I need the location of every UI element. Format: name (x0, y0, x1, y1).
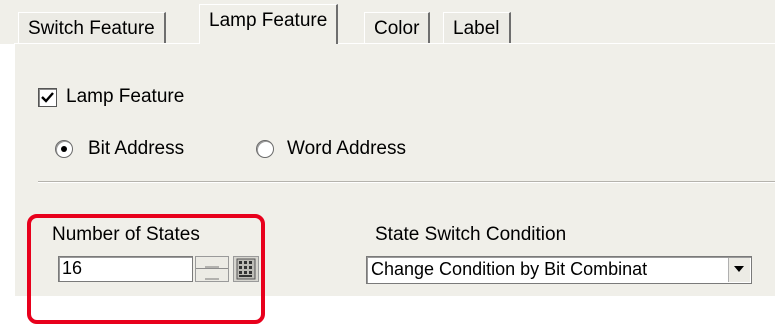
checkmark-icon (41, 92, 54, 103)
lamp-feature-label[interactable]: Lamp Feature (66, 86, 184, 108)
group-separator (38, 181, 775, 183)
tab-label: Color (374, 18, 420, 39)
highlight-annotation (27, 214, 265, 324)
bit-address-label[interactable]: Bit Address (88, 138, 184, 160)
tab-label[interactable]: Label (443, 12, 511, 43)
tab-label: Switch Feature (28, 18, 155, 39)
word-address-label[interactable]: Word Address (287, 138, 406, 160)
state-switch-condition-label: State Switch Condition (375, 224, 567, 245)
state-switch-condition-value: Change Condition by Bit Combinat (371, 259, 648, 279)
tab-label: Lamp Feature (209, 10, 328, 31)
lamp-feature-checkbox[interactable] (38, 88, 57, 107)
bit-address-radio[interactable] (55, 140, 73, 158)
tab-color[interactable]: Color (364, 12, 431, 43)
dropdown-arrow-button[interactable] (728, 258, 750, 282)
tab-lamp-feature[interactable]: Lamp Feature (199, 4, 339, 44)
state-switch-condition-dropdown[interactable]: Change Condition by Bit Combinat (366, 256, 752, 284)
word-address-radio[interactable] (256, 140, 274, 158)
tab-switch-feature[interactable]: Switch Feature (18, 12, 166, 43)
radio-selected-dot (61, 146, 67, 152)
tab-label-text: Label (453, 18, 500, 39)
chevron-down-icon (734, 266, 744, 272)
